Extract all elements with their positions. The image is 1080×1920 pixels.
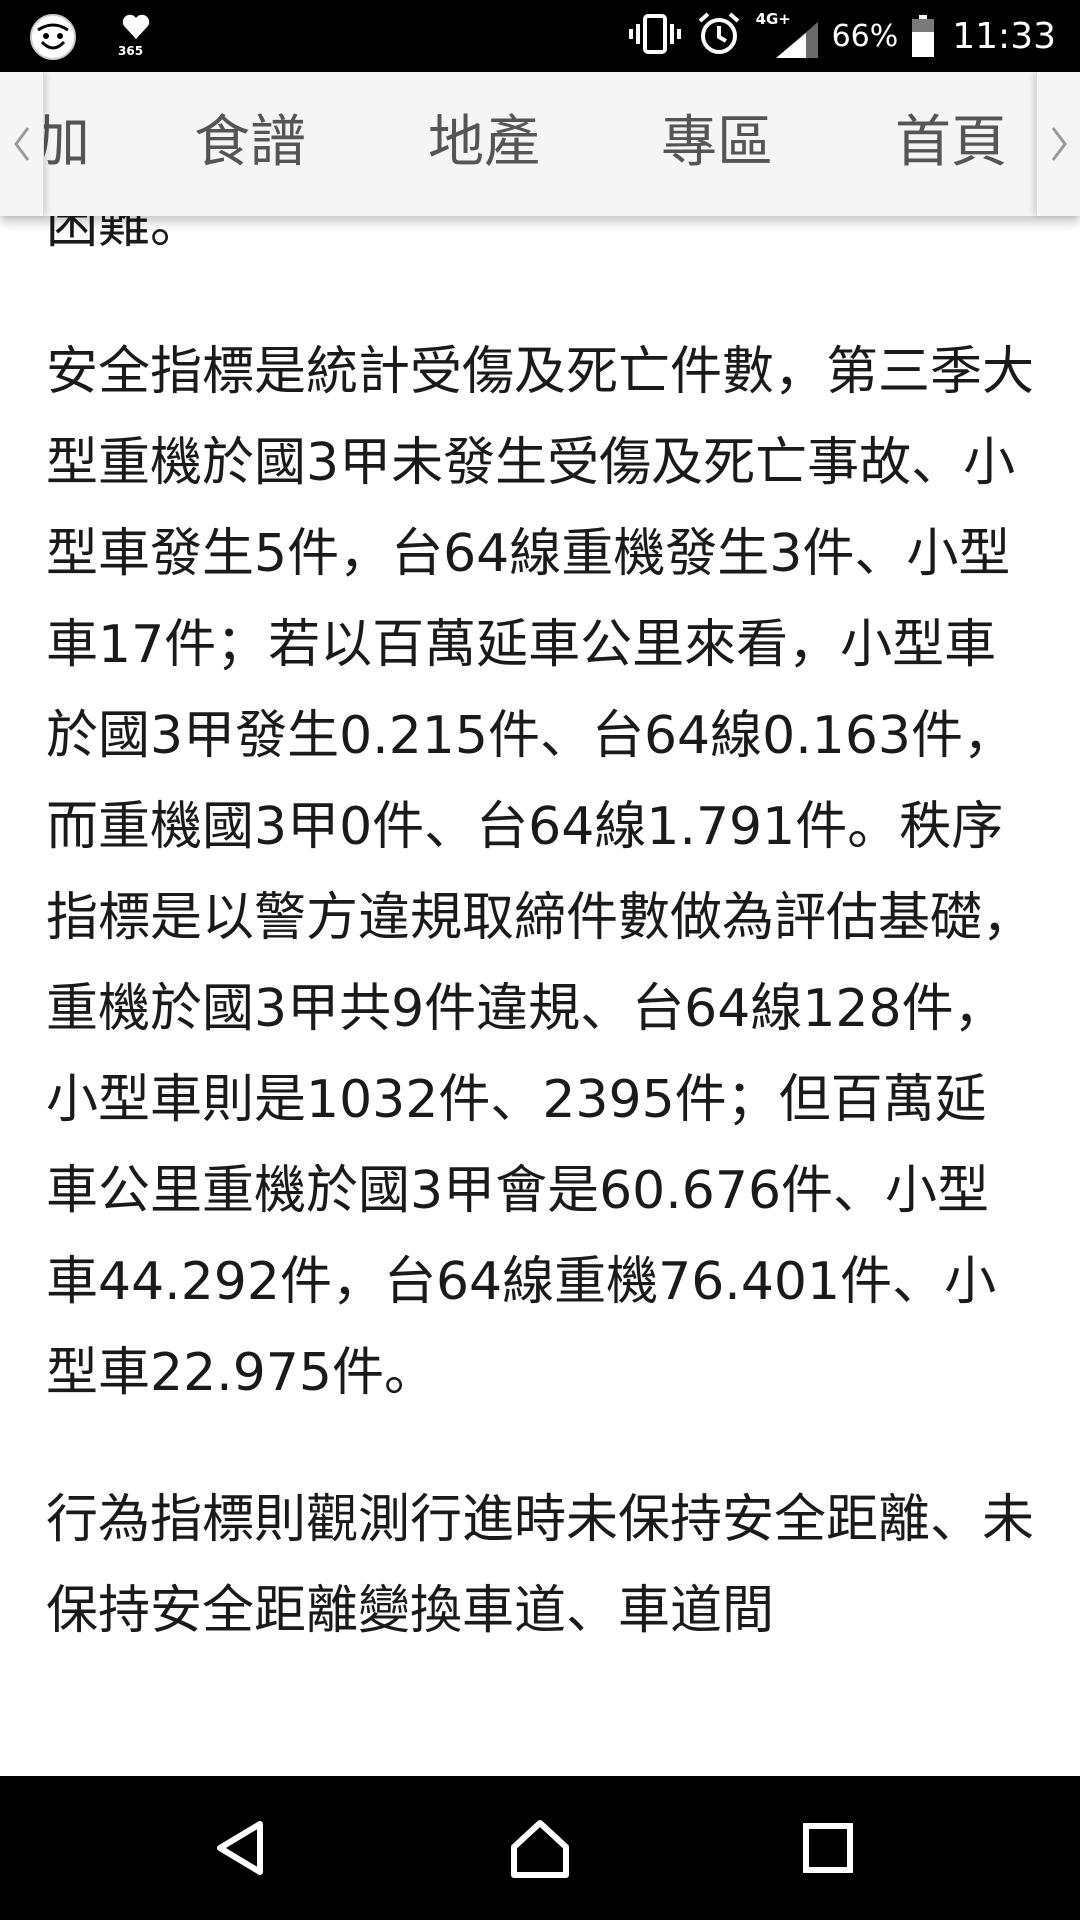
recents-icon[interactable] — [768, 1776, 888, 1920]
article-body: 困難。 安全指標是統計受傷及死亡件數，第三季大型重機於國3甲未發生受傷及死亡事故… — [46, 216, 1036, 1776]
battery-percent: 66% — [831, 18, 899, 54]
navigation-bar — [0, 1776, 1080, 1920]
article-paragraph: 困難。 — [46, 216, 203, 255]
status-right-icons: 4G+ 66% 11:33 — [628, 0, 1056, 72]
article-paragraph: 行為指標則觀測行進時未保持安全距離、未保持安全距離變換車道、車道間 — [46, 1490, 1035, 1641]
face-app-icon — [28, 12, 78, 62]
vibrate-icon — [628, 12, 682, 60]
tab-recipes[interactable]: 食譜 — [194, 108, 306, 178]
article-paragraph: 安全指標是統計受傷及死亡件數，第三季大型重機於國3甲未發生受傷及死亡事故、小型車… — [46, 342, 1035, 1403]
back-icon[interactable] — [180, 1776, 300, 1920]
status-time: 11:33 — [952, 15, 1056, 57]
tab-scroll-area[interactable]: 加 食譜 地產 專區 首頁 — [44, 72, 1036, 216]
alarm-icon — [696, 11, 742, 61]
chevron-right-icon[interactable] — [1036, 72, 1080, 216]
status-left-icons: 365 — [28, 10, 156, 64]
tab-partial[interactable]: 加 — [44, 108, 90, 178]
chevron-left-icon[interactable] — [0, 72, 44, 216]
status-bar: 365 4G+ 66% 11:33 — [0, 0, 1080, 72]
heart-icon-label: 365 — [118, 44, 144, 58]
signal-icon: 4G+ — [756, 8, 818, 64]
heart-365-icon: 365 — [116, 12, 156, 62]
category-tab-bar: 加 食譜 地產 專區 首頁 — [0, 72, 1080, 216]
home-icon[interactable] — [480, 1776, 600, 1920]
tab-home[interactable]: 首頁 — [895, 108, 1007, 178]
battery-icon — [912, 15, 935, 57]
tab-special-zone[interactable]: 專區 — [661, 108, 773, 178]
battery-level-fill — [912, 32, 935, 57]
tab-real-estate[interactable]: 地產 — [428, 108, 540, 178]
